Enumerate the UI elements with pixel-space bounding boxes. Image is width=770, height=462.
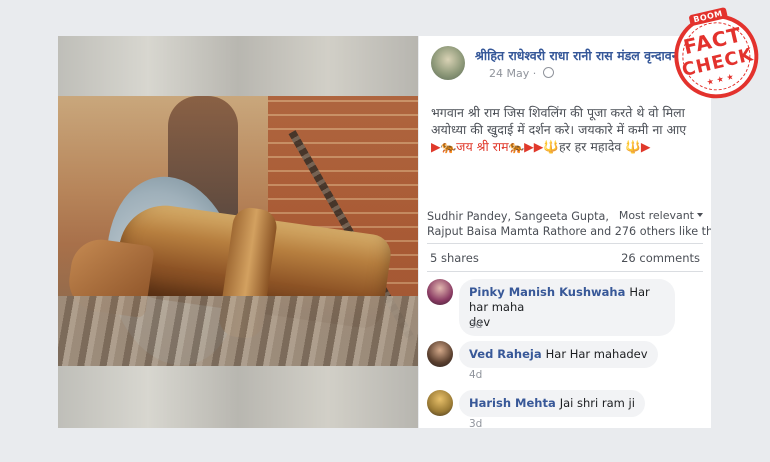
post-emoji-line: ▶🐅जय श्री राम🐅▶▶🔱हर हर महादेव 🔱▶: [431, 138, 703, 155]
photo-main-image: [58, 96, 418, 366]
meta-dot: ·: [532, 67, 537, 80]
likes-line-2: Rajput Baisa Mamta Rathore and 276 other…: [427, 225, 711, 238]
post-meta: 24 May ·: [489, 67, 554, 80]
comment-author[interactable]: Harish Mehta: [469, 396, 556, 410]
comment-text: Har Har mahadev: [545, 347, 648, 361]
emoji-mid: हर हर महादेव: [558, 139, 626, 154]
photo-bottom-band: [58, 366, 418, 428]
trishul-icon: 🔱: [543, 139, 559, 154]
comments-count[interactable]: 26 comments: [621, 251, 700, 265]
post-header: श्रीहित राधेश्वरी राधा रानी रास मंडल वृन…: [431, 46, 703, 84]
comment-bubble: Ved Raheja Har Har mahadev: [459, 341, 658, 368]
trishul-icon: 🔱: [625, 139, 641, 154]
likes-summary: Sudhir Pandey, Sangeeta Gupta, Rajput Ba…: [427, 208, 711, 239]
divider: [427, 271, 703, 272]
rubble: [58, 296, 418, 366]
commenter-avatar[interactable]: [427, 390, 453, 416]
page-avatar[interactable]: [431, 46, 465, 80]
comment-text: Jai shri ram ji: [559, 396, 635, 410]
chevron-down-icon: [697, 213, 703, 217]
emoji-start: ▶🐅जय श्री राम🐅▶▶: [431, 139, 544, 154]
comment-author[interactable]: Pinky Manish Kushwaha: [469, 285, 625, 299]
globe-icon: [542, 67, 554, 78]
fact-check-stamp: BOOM FACT CHECK ★★★: [665, 5, 770, 112]
comment-time[interactable]: 4d: [469, 369, 482, 381]
shares-count[interactable]: 5 shares: [430, 251, 479, 265]
comment-time[interactable]: 3d: [469, 418, 482, 428]
emoji-end: ▶: [640, 139, 651, 154]
photo-top-band: [58, 36, 418, 96]
page-name-link[interactable]: श्रीहित राधेश्वरी राधा रानी रास मंडल वृन…: [475, 47, 703, 64]
post-photo[interactable]: [58, 36, 418, 428]
divider: [427, 243, 703, 244]
post-text: भगवान श्री राम जिस शिवलिंग की पूजा करते …: [431, 104, 703, 155]
facebook-post-card: श्रीहित राधेश्वरी राधा रानी रास मंडल वृन…: [419, 36, 711, 428]
sort-label: Most relevant: [618, 209, 694, 222]
comment-author[interactable]: Ved Raheja: [469, 347, 542, 361]
comment-bubble: Harish Mehta Jai shri ram ji: [459, 390, 645, 417]
likes-line-1: Sudhir Pandey, Sangeeta Gupta,: [427, 210, 609, 223]
comment-time[interactable]: 3d: [469, 319, 482, 331]
comment-bubble: Pinky Manish Kushwaha Har har maha dev: [459, 279, 675, 336]
commenter-avatar[interactable]: [427, 341, 453, 367]
post-text-line: अयोध्या की खुदाई में दर्शन करे। जयकारे म…: [431, 122, 687, 137]
likes-names[interactable]: Sudhir Pandey, Sangeeta Gupta, Rajput Ba…: [427, 209, 711, 239]
comment-sort-dropdown[interactable]: Most relevant: [619, 208, 703, 223]
post-text-line: भगवान श्री राम जिस शिवलिंग की पूजा करते …: [431, 105, 685, 120]
post-date[interactable]: 24 May: [489, 67, 529, 80]
commenter-avatar[interactable]: [427, 279, 453, 305]
